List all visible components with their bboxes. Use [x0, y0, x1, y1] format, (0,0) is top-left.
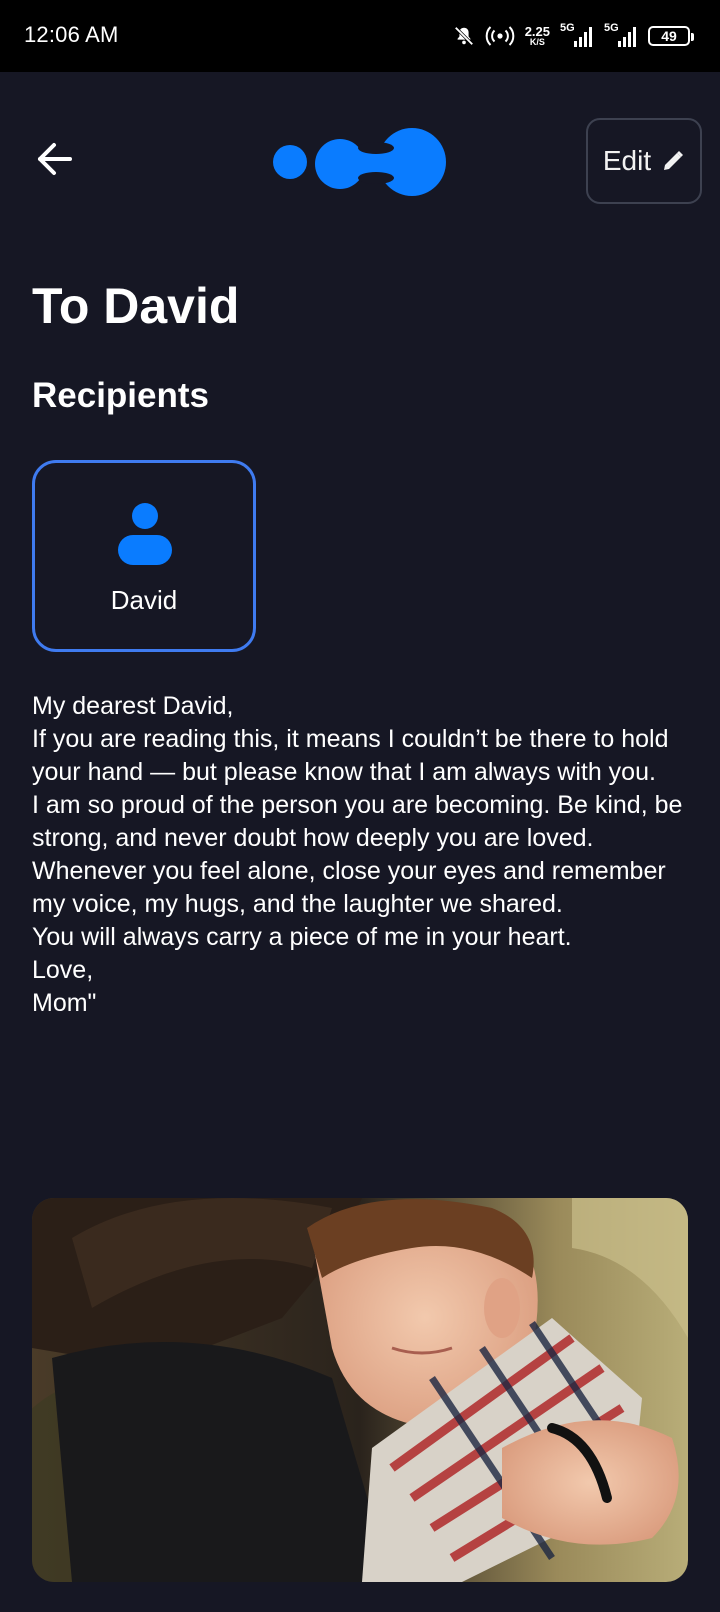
person-icon — [118, 503, 172, 565]
blob-logo-icon — [273, 128, 446, 196]
network-speed: 2.25 K/S — [525, 25, 550, 47]
letter-line: If you are reading this, it means I coul… — [32, 725, 669, 786]
arrow-left-icon — [38, 143, 72, 175]
attached-photo[interactable] — [32, 1198, 688, 1582]
recipient-card-david[interactable]: David — [32, 460, 256, 652]
letter-line: You will always carry a piece of me in y… — [32, 923, 572, 951]
status-time: 12:06 AM — [24, 22, 119, 47]
signal-1: 5G — [560, 22, 594, 47]
status-icons: 2.25 K/S 5G 5G 49 — [453, 20, 694, 52]
app-logo — [270, 126, 450, 198]
battery-level: 49 — [661, 28, 677, 44]
letter-line: My dearest David, — [32, 692, 234, 720]
edit-button-label: Edit — [602, 145, 652, 176]
hotspot-icon — [485, 26, 514, 46]
letter-body: My dearest David, If you are reading thi… — [32, 690, 696, 1020]
letter-line: I am so proud of the person you are beco… — [32, 791, 683, 852]
photo-mother-hugging-child — [32, 1198, 688, 1582]
pencil-icon — [664, 151, 684, 170]
letter-line: Love, — [32, 956, 94, 984]
mute-bell-icon — [454, 26, 474, 46]
letter-line: Whenever you feel alone, close your eyes… — [32, 857, 666, 918]
letter-line: Mom" — [32, 989, 97, 1017]
status-bar: 12:06 AM 2.25 K/S 5G 5G 49 — [0, 0, 720, 72]
network-speed-unit: K/S — [529, 37, 545, 47]
edit-button[interactable]: Edit — [586, 118, 702, 204]
signal-1-label: 5G — [560, 22, 575, 34]
page-title: To David — [32, 278, 240, 334]
recipients-heading: Recipients — [32, 376, 209, 415]
recipient-name: David — [110, 585, 178, 615]
signal-2-label: 5G — [604, 22, 619, 34]
signal-2: 5G — [604, 22, 638, 47]
back-button[interactable] — [34, 138, 76, 180]
battery-indicator: 49 — [648, 26, 694, 46]
